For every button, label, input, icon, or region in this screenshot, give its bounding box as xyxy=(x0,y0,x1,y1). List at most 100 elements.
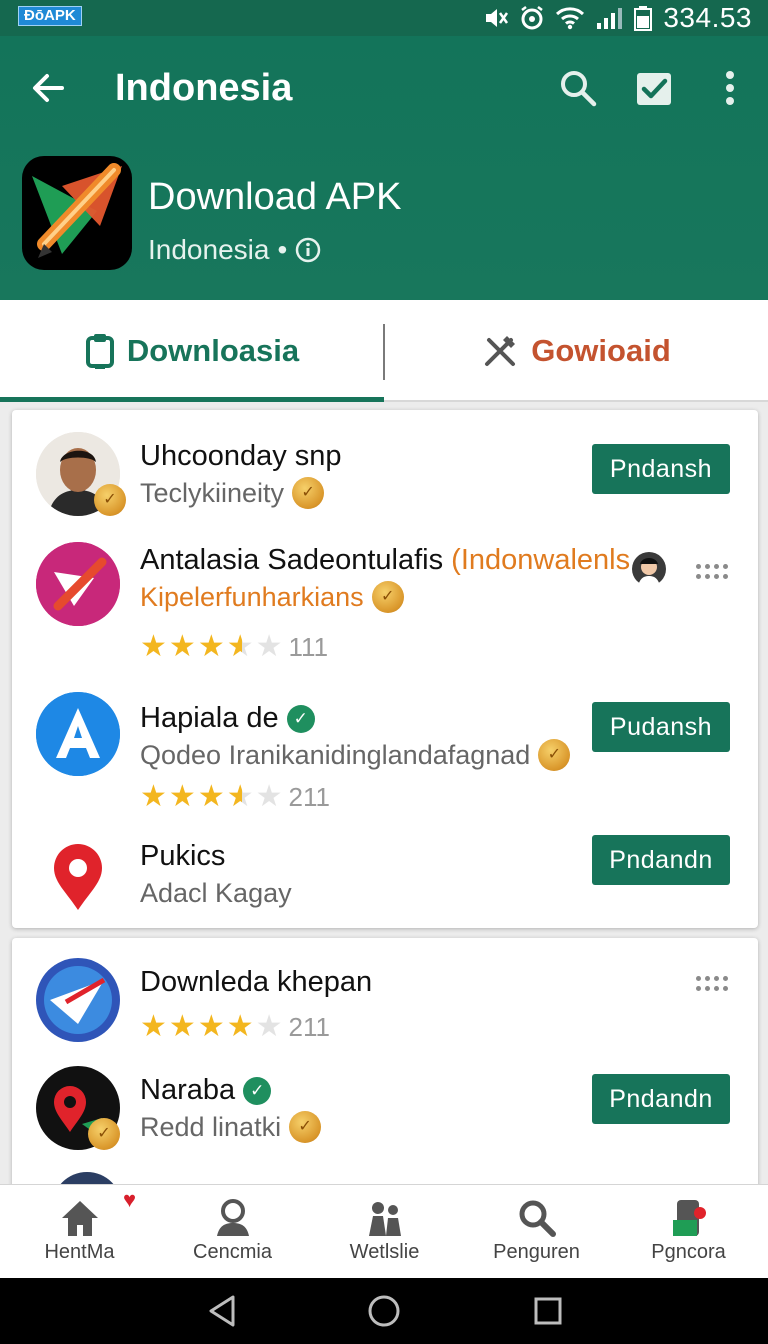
wifi-icon xyxy=(555,6,585,30)
tab-label: Downloasia xyxy=(126,333,300,368)
star-icon: ★ xyxy=(197,1010,225,1043)
tab-bar: Downloasia Gowioaid xyxy=(0,300,768,402)
search-icon xyxy=(561,71,597,107)
app-icon-map xyxy=(36,1066,120,1150)
rating-count: 111 xyxy=(288,631,329,662)
list-item[interactable]: Uhcoonday snp Teclykiineity Pndansh xyxy=(12,410,758,528)
download-button[interactable]: Pndandn xyxy=(592,1074,730,1124)
system-home-button[interactable] xyxy=(364,1291,404,1331)
nav-label: Penguren xyxy=(493,1241,580,1263)
coin-icon xyxy=(538,739,571,771)
system-navigation-bar xyxy=(0,1278,768,1344)
nav-label: HentMa xyxy=(44,1241,115,1263)
star-rating: ★ ★ ★ ★ ★ 211 xyxy=(140,782,330,812)
star-icon: ★ xyxy=(197,630,225,663)
item-title-accent: (Indonwalenls xyxy=(451,544,631,576)
list-item[interactable]: Antalasia Sadeontulafis (Indonwalenls Ki… xyxy=(12,528,758,678)
item-subtitle: Redd linatki xyxy=(140,1110,322,1144)
download-button[interactable]: Pndansh xyxy=(592,444,730,494)
tab-downloads[interactable]: Downloasia xyxy=(0,300,384,402)
star-half-icon: ★ xyxy=(226,630,254,663)
list-item[interactable]: Hapiala de ✓ Qodeo Iranikanidinglandafag… xyxy=(12,678,758,828)
star-icon: ★ xyxy=(168,780,196,813)
nav-store[interactable]: Pgncora xyxy=(612,1185,765,1279)
app-subtitle: Indonesia • xyxy=(148,232,321,268)
item-title: Uhcoonday snp xyxy=(140,440,342,472)
star-half-icon: ★ xyxy=(226,780,254,813)
nav-profile[interactable]: Cencmia xyxy=(156,1185,309,1279)
star-empty-icon: ★ xyxy=(255,1010,283,1043)
star-icon: ★ xyxy=(140,630,167,663)
item-subtitle-text: Qodeo Iranikanidinglandafagnad xyxy=(140,740,531,770)
nav-label: Wetlslie xyxy=(349,1241,420,1263)
star-icon: ★ xyxy=(168,630,196,663)
overflow-menu-button[interactable] xyxy=(704,62,756,114)
more-options-icon[interactable] xyxy=(696,976,728,992)
battery-icon xyxy=(633,5,653,31)
nav-search[interactable]: Penguren xyxy=(460,1185,613,1279)
star-icon: ★ xyxy=(140,780,167,813)
item-title: Downleda khepan xyxy=(140,966,373,998)
list-item[interactable]: Naraba ✓ Redd linatki Pndandn xyxy=(12,1062,758,1172)
search-button[interactable] xyxy=(552,62,604,114)
item-subtitle-text: Kipelerfunharkians xyxy=(140,582,364,612)
star-rating: ★ ★ ★ ★ ★ 111 xyxy=(140,632,328,662)
download-button[interactable]: Pndandn xyxy=(592,835,730,885)
profile-icon xyxy=(632,552,666,586)
signal-icon xyxy=(595,6,623,30)
list-item[interactable]: Downleda khepan ★ ★ ★ ★ ★ 211 xyxy=(12,938,758,1062)
star-rating: ★ ★ ★ ★ ★ 211 xyxy=(140,1012,330,1042)
app-list-card: Uhcoonday snp Teclykiineity Pndansh Anta… xyxy=(12,410,758,928)
coin-badge-icon xyxy=(88,1118,120,1150)
search-icon xyxy=(514,1195,560,1241)
list-item[interactable]: Pukics Adacl Kagay Pndandn xyxy=(12,828,758,928)
item-title-text: Hapiala de xyxy=(140,702,279,734)
more-options-icon[interactable] xyxy=(696,564,728,580)
item-subtitle-text: Redd linatki xyxy=(140,1112,282,1142)
avatar xyxy=(36,432,126,516)
square-recents-icon xyxy=(534,1297,562,1325)
verified-icon: ✓ xyxy=(286,705,315,734)
star-empty-icon: ★ xyxy=(255,630,283,663)
app-badge: ÐōAPK xyxy=(18,6,82,26)
heart-badge-icon: ♥ xyxy=(123,1187,137,1212)
coin-icon xyxy=(371,581,404,613)
people-icon xyxy=(362,1195,408,1241)
tools-icon xyxy=(485,336,516,366)
rating-count: 211 xyxy=(288,1011,330,1042)
checklist-button[interactable] xyxy=(628,62,680,114)
system-back-button[interactable] xyxy=(202,1291,242,1331)
back-button[interactable] xyxy=(22,62,74,114)
item-title: Naraba ✓ xyxy=(140,1072,272,1108)
verified-icon: ✓ xyxy=(243,1077,272,1106)
arrow-left-icon xyxy=(33,74,64,102)
coin-badge-icon xyxy=(94,484,126,516)
star-icon: ★ xyxy=(197,780,225,813)
item-subtitle: Adacl Kagay xyxy=(140,876,292,910)
nav-home[interactable]: ♥ HentMa xyxy=(3,1185,156,1279)
person-icon xyxy=(210,1195,256,1241)
app-logo xyxy=(22,156,132,270)
tab-gowioaid[interactable]: Gowioaid xyxy=(384,300,768,402)
nav-label: Pgncora xyxy=(651,1241,726,1263)
checkbox-icon xyxy=(637,73,671,105)
store-icon xyxy=(666,1195,712,1241)
system-recents-button[interactable] xyxy=(528,1291,568,1331)
star-empty-icon: ★ xyxy=(255,780,283,813)
map-pin-icon xyxy=(36,836,120,920)
nav-people[interactable]: Wetlslie xyxy=(308,1185,461,1279)
app-icon-blue xyxy=(36,692,120,776)
bottom-navigation: ♥ HentMa Cencmia Wetlslie Penguren Pgnco… xyxy=(0,1184,768,1278)
more-vert-icon xyxy=(726,71,734,105)
star-icon: ★ xyxy=(226,1010,254,1043)
item-subtitle-text: Teclykiineity xyxy=(140,478,285,508)
alarm-icon xyxy=(519,5,545,31)
download-button[interactable]: Pudansh xyxy=(592,702,730,752)
active-tab-indicator xyxy=(0,397,384,402)
star-icon: ★ xyxy=(168,1010,196,1043)
home-icon xyxy=(57,1195,103,1241)
circle-home-icon xyxy=(368,1295,400,1327)
info-icon[interactable] xyxy=(295,237,321,263)
star-icon: ★ xyxy=(140,1010,167,1043)
status-bar: ÐōAPK 334.53 xyxy=(0,0,768,36)
